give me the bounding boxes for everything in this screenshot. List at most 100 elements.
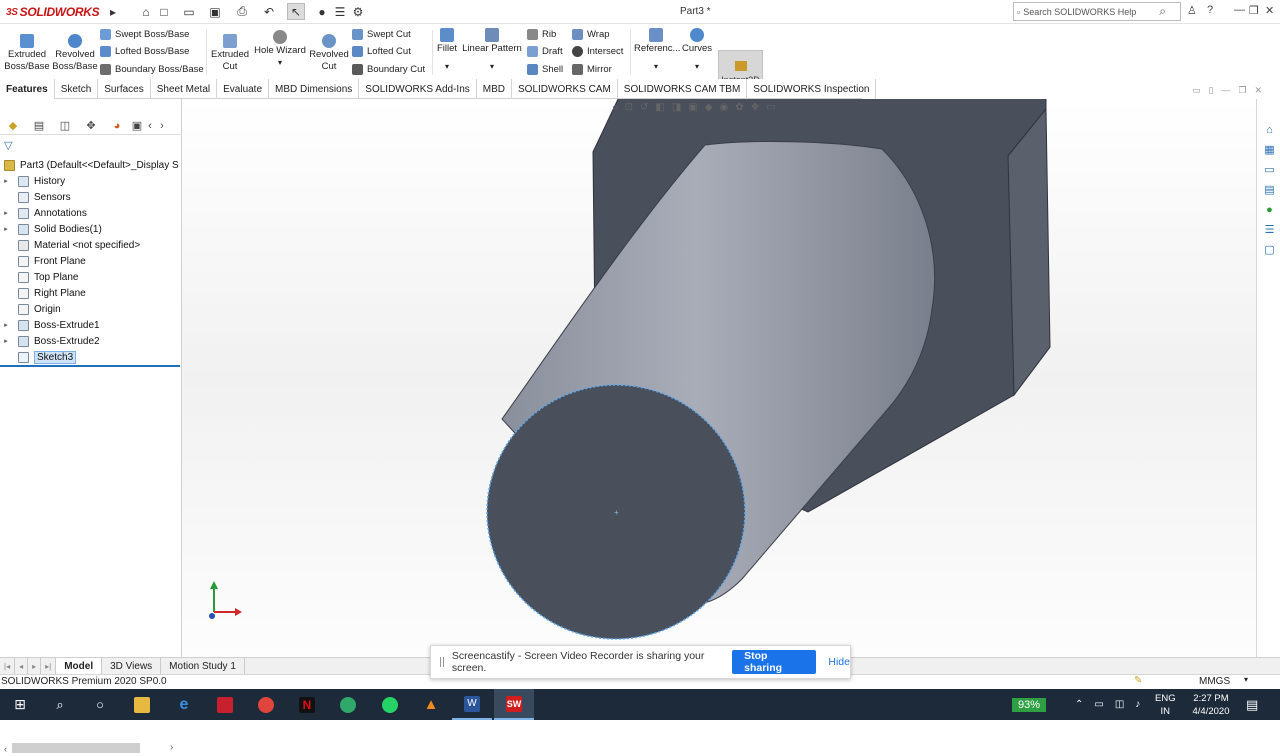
- hide-show-items-icon[interactable]: ◉: [719, 102, 728, 113]
- custom-properties-icon[interactable]: ☰: [1263, 223, 1276, 236]
- task-view-icon[interactable]: ○: [80, 689, 120, 720]
- hole-wizard-dropdown-icon[interactable]: ▾: [253, 57, 307, 69]
- scroll-left-icon[interactable]: ‹: [144, 117, 156, 135]
- edit-appearance-icon[interactable]: ✿: [735, 102, 743, 113]
- user-icon[interactable]: ♙: [1187, 4, 1197, 17]
- vlc-icon[interactable]: ▲: [411, 689, 451, 720]
- hex-head-side[interactable]: [1007, 107, 1051, 397]
- swept-cut-button[interactable]: Swept Cut: [352, 26, 411, 42]
- stop-sharing-button[interactable]: Stop sharing: [732, 650, 817, 674]
- netflix-icon[interactable]: N: [287, 689, 327, 720]
- volume-icon[interactable]: ♪: [1135, 699, 1140, 710]
- appearances-icon[interactable]: ●: [1263, 203, 1276, 216]
- lofted-cut-button[interactable]: Lofted Cut: [352, 43, 411, 59]
- unit-system[interactable]: MMGS: [1199, 676, 1230, 687]
- tab-3d-views[interactable]: 3D Views: [102, 657, 162, 675]
- chrome-icon[interactable]: [246, 689, 286, 720]
- tree-item-origin[interactable]: Origin: [0, 301, 61, 317]
- forum-icon[interactable]: ▢: [1263, 243, 1276, 256]
- design-library-icon[interactable]: ▦: [1263, 143, 1276, 156]
- tab-nav-last-icon[interactable]: ▸|: [41, 657, 57, 675]
- fillet-button[interactable]: Fillet ▾: [435, 28, 459, 73]
- boundary-boss-button[interactable]: Boundary Boss/Base: [100, 61, 204, 77]
- tab-model[interactable]: Model: [56, 657, 103, 675]
- viewport-restore-icon[interactable]: ❐: [1238, 85, 1246, 96]
- expand-arrow-icon[interactable]: ▸: [0, 321, 12, 329]
- view-orientation-icon[interactable]: ▣: [688, 102, 697, 113]
- expand-arrow-icon[interactable]: ▸: [0, 225, 12, 233]
- tab-sketch[interactable]: Sketch: [55, 79, 99, 99]
- scroll-right-arrow-icon[interactable]: ›: [170, 742, 173, 753]
- draft-button[interactable]: Draft: [527, 43, 563, 59]
- tab-sheet-metal[interactable]: Sheet Metal: [151, 79, 218, 99]
- search-icon[interactable]: ⌕: [1159, 4, 1166, 19]
- scroll-right-icon[interactable]: ›: [156, 117, 168, 135]
- filter-icon[interactable]: ▽: [4, 139, 12, 152]
- units-dropdown-icon[interactable]: ▾: [1244, 675, 1248, 684]
- solidworks-resources-icon[interactable]: ⌂: [1263, 123, 1276, 136]
- curves-button[interactable]: Curves ▾: [680, 28, 714, 73]
- hide-button[interactable]: Hide: [828, 656, 850, 668]
- configuration-manager-icon[interactable]: ◫: [52, 117, 78, 135]
- new-document-icon[interactable]: □: [155, 3, 173, 20]
- print-icon[interactable]: ⎙: [233, 3, 251, 20]
- tab-nav-first-icon[interactable]: |◂: [0, 657, 16, 675]
- hole-wizard-button[interactable]: Hole Wizard ▾: [253, 30, 307, 69]
- search-help-field[interactable]: ▫ Search SOLIDWORKS Help ⌕: [1013, 2, 1181, 21]
- viewport-tile-icon[interactable]: ▭: [1192, 85, 1201, 96]
- network-icon[interactable]: ◫: [1115, 699, 1124, 710]
- wrap-button[interactable]: Wrap: [572, 26, 610, 42]
- language-indicator[interactable]: ENG IN: [1155, 689, 1176, 720]
- expand-arrow-icon[interactable]: ▸: [0, 337, 12, 345]
- fillet-dropdown-icon[interactable]: ▾: [435, 61, 459, 73]
- tree-item-material-not-specified[interactable]: Material <not specified>: [0, 237, 140, 253]
- minimize-icon[interactable]: —: [1234, 4, 1245, 16]
- tray-expand-icon[interactable]: ⌃: [1075, 699, 1083, 710]
- mirror-button[interactable]: Mirror: [572, 61, 612, 77]
- mcafee-icon[interactable]: [205, 689, 245, 720]
- word-icon[interactable]: W: [452, 689, 492, 720]
- menu-expand-icon[interactable]: ▸: [104, 3, 122, 20]
- search-taskbar-icon[interactable]: ⌕: [40, 689, 80, 720]
- undo-icon[interactable]: ↶: [260, 3, 278, 20]
- edge-browser-icon[interactable]: e: [164, 689, 204, 720]
- restore-icon[interactable]: ❐: [1249, 4, 1259, 17]
- rollback-bar[interactable]: [0, 365, 180, 367]
- start-windows-icon[interactable]: ⊞: [0, 689, 40, 720]
- linear-pattern-dropdown-icon[interactable]: ▾: [462, 61, 522, 73]
- tab-evaluate[interactable]: Evaluate: [217, 79, 270, 99]
- drag-handle-icon[interactable]: [440, 657, 444, 667]
- tab-features[interactable]: Features: [0, 79, 55, 99]
- tab-solidworks-cam-tbm[interactable]: SOLIDWORKS CAM TBM: [618, 79, 748, 99]
- file-explorer-taskbar-icon[interactable]: [122, 689, 162, 720]
- scroll-left-arrow-icon[interactable]: ‹: [4, 744, 7, 754]
- rib-button[interactable]: Rib: [527, 26, 556, 42]
- solidworks-logo[interactable]: 3S SOLIDWORKS: [6, 4, 100, 20]
- tab-solidworks-cam[interactable]: SOLIDWORKS CAM: [512, 79, 618, 99]
- boundary-cut-button[interactable]: Boundary Cut: [352, 61, 425, 77]
- tree-item-boss-extrude2[interactable]: ▸ Boss-Extrude2: [0, 333, 100, 349]
- tab-solidworks-inspection[interactable]: SOLIDWORKS Inspection: [747, 79, 877, 99]
- expand-arrow-icon[interactable]: ▸: [0, 209, 12, 217]
- rebuild-icon[interactable]: ●: [313, 3, 331, 20]
- close-icon[interactable]: ✕: [1265, 4, 1274, 17]
- tree-item-top-plane[interactable]: Top Plane: [0, 269, 78, 285]
- file-properties-icon[interactable]: ☰: [331, 3, 349, 20]
- extruded-boss-button[interactable]: Extruded Boss/Base: [4, 34, 50, 73]
- view-settings-icon[interactable]: ▭: [767, 102, 776, 113]
- file-explorer-icon[interactable]: ▭: [1263, 163, 1276, 176]
- revolved-cut-button[interactable]: Revolved Cut: [308, 34, 350, 73]
- whatsapp-icon[interactable]: [370, 689, 410, 720]
- zoom-to-fit-icon[interactable]: ⌕: [612, 102, 618, 113]
- dimxpert-manager-icon[interactable]: ✥: [78, 117, 104, 135]
- viewport-close-icon[interactable]: ✕: [1255, 85, 1263, 96]
- viewport-minimize-icon[interactable]: —: [1221, 85, 1230, 96]
- lofted-boss-button[interactable]: Lofted Boss/Base: [100, 43, 189, 59]
- select-icon[interactable]: ↖: [287, 3, 305, 20]
- tree-item-solid-bodies-1[interactable]: ▸ Solid Bodies(1): [0, 221, 102, 237]
- home-icon[interactable]: ⌂: [137, 3, 155, 20]
- curves-dropdown-icon[interactable]: ▾: [680, 61, 714, 73]
- solidworks-taskbar-icon[interactable]: SW: [494, 689, 534, 720]
- tree-item-front-plane[interactable]: Front Plane: [0, 253, 86, 269]
- tab-surfaces[interactable]: Surfaces: [98, 79, 151, 99]
